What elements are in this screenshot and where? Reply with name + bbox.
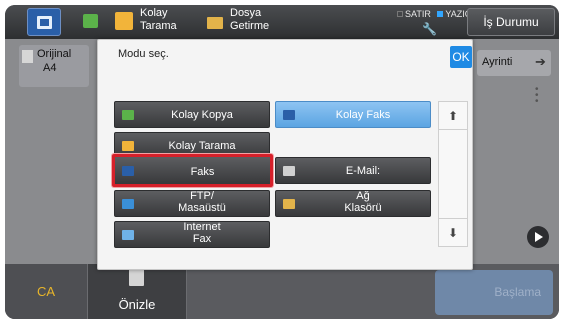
fax-icon — [283, 110, 295, 120]
original-label: Orijinal — [37, 48, 72, 60]
kolay-tarama-shortcut[interactable]: Kolay Tarama — [115, 7, 195, 36]
email-icon — [283, 166, 295, 176]
fax-icon — [122, 166, 134, 176]
play-icon[interactable] — [527, 226, 549, 248]
mode-label: Faks — [190, 166, 215, 178]
mode-kolay-faks[interactable]: Kolay Faks — [275, 101, 431, 128]
internet-fax-icon — [122, 230, 134, 240]
mode-label: E-Mail: — [345, 165, 381, 177]
is-durumu-button[interactable]: İş Durumu — [467, 8, 555, 36]
folder-icon — [283, 199, 295, 209]
mode-ftp-masaustu[interactable]: FTP/ Masaüstü — [114, 190, 270, 217]
mode-label: Kolay Tarama — [168, 140, 236, 152]
original-value: A4 — [43, 62, 57, 74]
scan-icon — [122, 141, 134, 151]
ca-button[interactable]: CA — [5, 264, 87, 319]
dialog-title: Modu seç. — [118, 48, 169, 60]
more-dots-icon: • • • — [535, 84, 539, 107]
preview-icon — [129, 269, 144, 286]
arrow-right-icon: ➔ — [535, 54, 546, 69]
onizle-label: Önizle — [118, 297, 156, 312]
mode-kolay-kopya[interactable]: Kolay Kopya — [114, 101, 270, 128]
ayrinti-label: Ayrinti — [482, 56, 513, 68]
mode-faks[interactable]: Faks — [112, 154, 273, 187]
kolay-tarama-label: Kolay Tarama — [140, 7, 177, 32]
device-screen: Kolay Tarama Dosya Getirme SATIR YAZICI … — [5, 5, 559, 319]
chevron-up-icon[interactable]: ⬆ — [439, 102, 467, 130]
original-setting[interactable]: Orijinal A4 — [19, 45, 89, 87]
mode-label: Ağ Klasörü — [344, 190, 382, 214]
home-button[interactable] — [27, 8, 61, 36]
onizle-button[interactable]: Önizle — [87, 264, 187, 319]
top-bar: Kolay Tarama Dosya Getirme SATIR YAZICI … — [5, 5, 559, 39]
mode-list-scrollbar[interactable]: ⬆ ⬇ — [438, 101, 468, 247]
status-indicators: SATIR YAZICI — [397, 8, 478, 19]
wrench-icon: 🔧 — [422, 22, 437, 36]
easy-copy-shortcut[interactable] — [80, 8, 102, 36]
chevron-down-icon[interactable]: ⬇ — [439, 218, 467, 246]
mode-ag-klasoru[interactable]: Ağ Klasörü — [275, 190, 431, 217]
dosya-getirme-label: Dosya Getirme — [230, 7, 270, 32]
mode-label: Kolay Faks — [335, 109, 391, 121]
mode-label: FTP/ Masaüstü — [178, 190, 226, 214]
copy-icon — [83, 14, 98, 28]
ayrinti-button[interactable]: Ayrinti ➔ — [477, 50, 551, 76]
folder-icon — [207, 17, 223, 29]
bottom-bar: CA Önizle Başlama — [5, 264, 559, 319]
printer-status-dot — [437, 10, 444, 17]
mode-internet-fax[interactable]: Internet Fax — [114, 221, 270, 248]
scan-icon — [115, 12, 133, 30]
copy-icon — [122, 110, 134, 120]
baslama-button[interactable]: Başlama — [435, 270, 553, 315]
ok-button[interactable]: OK — [450, 46, 472, 68]
line-status-dot — [397, 10, 403, 17]
mode-email[interactable]: E-Mail: — [275, 157, 431, 184]
status-satir: SATIR — [405, 8, 431, 19]
home-icon — [37, 16, 52, 29]
mode-label: Internet Fax — [183, 221, 221, 245]
ftp-icon — [122, 199, 134, 209]
mode-select-dialog: Modu seç. OK Kolay Kopya Kolay Faks Kola… — [97, 39, 473, 270]
mode-label: Kolay Kopya — [171, 109, 233, 121]
document-icon — [22, 50, 33, 63]
dosya-getirme-shortcut[interactable]: Dosya Getirme — [205, 7, 295, 36]
